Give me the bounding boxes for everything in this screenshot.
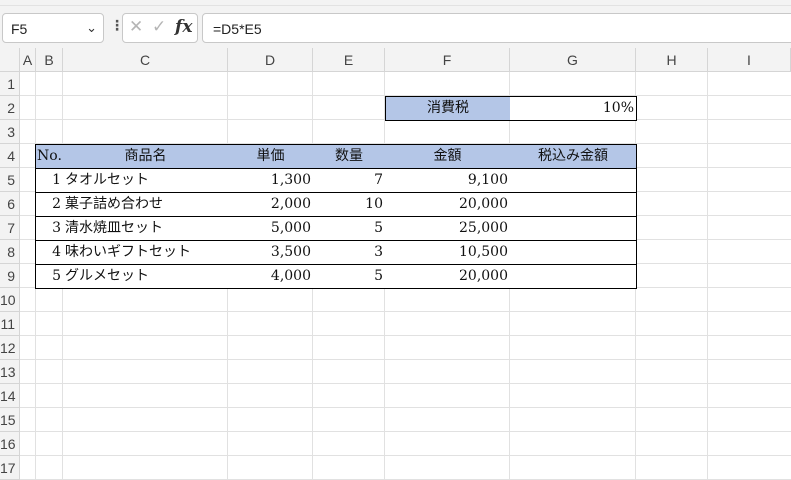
header-no-cell[interactable]: No. [35, 144, 64, 169]
table-cell-no[interactable]: 5 [35, 265, 64, 289]
gridline [20, 407, 791, 408]
formula-bar-area: F5 ⌄ ⋮ ✕ ✓ fx =D5*E5 [0, 6, 791, 48]
row-header-1[interactable]: 1 [0, 72, 20, 96]
table-cell-taxed-amount[interactable] [510, 241, 637, 265]
table-cell-taxed-amount[interactable] [510, 217, 637, 241]
name-box[interactable]: F5 ⌄ [2, 13, 104, 43]
row-header-3[interactable]: 3 [0, 120, 20, 144]
row-header-6[interactable]: 6 [0, 192, 20, 216]
table-cell-taxed-amount[interactable] [510, 265, 637, 289]
formula-input[interactable]: =D5*E5 [202, 13, 791, 43]
table-cell-qty[interactable]: 10 [313, 193, 386, 217]
table-cell-price[interactable]: 5,000 [228, 217, 314, 241]
column-header-b[interactable]: B [36, 48, 63, 72]
column-header-g[interactable]: G [510, 48, 636, 72]
row-header-10[interactable]: 10 [0, 288, 20, 312]
select-all-corner[interactable] [0, 48, 20, 72]
row-header-16[interactable]: 16 [0, 432, 20, 456]
table-cell-price[interactable]: 1,300 [228, 169, 314, 193]
header-amount-cell[interactable]: 金額 [385, 144, 511, 169]
formula-actions: ✕ ✓ fx [122, 13, 198, 43]
insert-function-icon[interactable]: fx [175, 17, 192, 37]
table-cell-amount[interactable]: 10,500 [385, 241, 511, 265]
column-header-a[interactable]: A [20, 48, 36, 72]
gridline [20, 359, 791, 360]
row-header-4[interactable]: 4 [0, 144, 20, 168]
tax-label-cell[interactable]: 消費税 [385, 96, 511, 121]
column-header-f[interactable]: F [385, 48, 510, 72]
chevron-down-icon[interactable]: ⌄ [86, 20, 97, 36]
table-cell-price[interactable]: 3,500 [228, 241, 314, 265]
row-header-2[interactable]: 2 [0, 96, 20, 120]
row-header-12[interactable]: 12 [0, 336, 20, 360]
row-header-7[interactable]: 7 [0, 216, 20, 240]
formula-text: =D5*E5 [213, 21, 262, 37]
table-cell-amount[interactable]: 20,000 [385, 265, 511, 289]
row-header-8[interactable]: 8 [0, 240, 20, 264]
row-header-17[interactable]: 17 [0, 456, 20, 480]
table-cell-qty[interactable]: 5 [313, 217, 386, 241]
header-taxed-amount-cell[interactable]: 税込み金額 [510, 144, 637, 169]
header-qty-cell[interactable]: 数量 [313, 144, 386, 169]
column-header-i[interactable]: I [708, 48, 791, 72]
gridline [20, 335, 791, 336]
row-header-15[interactable]: 15 [0, 408, 20, 432]
table-cell-taxed-amount[interactable] [510, 169, 637, 193]
table-cell-price[interactable]: 2,000 [228, 193, 314, 217]
table-cell-product[interactable]: 菓子詰め合わせ [63, 193, 229, 217]
cancel-icon[interactable]: ✕ [129, 17, 143, 37]
table-cell-amount[interactable]: 25,000 [385, 217, 511, 241]
table-cell-no[interactable]: 4 [35, 241, 64, 265]
header-price-cell[interactable]: 単価 [228, 144, 314, 169]
table-cell-product[interactable]: グルメセット [63, 265, 229, 289]
row-header-9[interactable]: 9 [0, 264, 20, 288]
header-product-cell[interactable]: 商品名 [63, 144, 229, 169]
row-header-11[interactable]: 11 [0, 312, 20, 336]
table-cell-taxed-amount[interactable] [510, 193, 637, 217]
gridline [20, 383, 791, 384]
gridline [20, 455, 791, 456]
row-header-13[interactable]: 13 [0, 360, 20, 384]
worksheet-grid[interactable]: A B C D E F G H I 1 2 3 4 5 6 7 8 9 10 1… [0, 48, 791, 480]
table-cell-no[interactable]: 3 [35, 217, 64, 241]
enter-icon[interactable]: ✓ [152, 17, 166, 37]
table-cell-price[interactable]: 4,000 [228, 265, 314, 289]
table-cell-amount[interactable]: 20,000 [385, 193, 511, 217]
table-cell-qty[interactable]: 7 [313, 169, 386, 193]
column-header-d[interactable]: D [228, 48, 313, 72]
gridline [20, 311, 791, 312]
table-cell-amount[interactable]: 9,100 [385, 169, 511, 193]
column-header-e[interactable]: E [313, 48, 385, 72]
column-header-h[interactable]: H [636, 48, 708, 72]
table-cell-no[interactable]: 2 [35, 193, 64, 217]
tax-value-cell[interactable]: 10% [510, 96, 637, 121]
column-header-c[interactable]: C [63, 48, 228, 72]
gridline [20, 431, 791, 432]
row-header-5[interactable]: 5 [0, 168, 20, 192]
row-header-14[interactable]: 14 [0, 384, 20, 408]
table-cell-qty[interactable]: 3 [313, 241, 386, 265]
table-cell-product[interactable]: タオルセット [63, 169, 229, 193]
table-cell-product[interactable]: 清水焼皿セット [63, 217, 229, 241]
gridline [707, 72, 708, 480]
table-cell-no[interactable]: 1 [35, 169, 64, 193]
table-cell-qty[interactable]: 5 [313, 265, 386, 289]
table-cell-product[interactable]: 味わいギフトセット [63, 241, 229, 265]
name-box-value: F5 [11, 21, 28, 37]
